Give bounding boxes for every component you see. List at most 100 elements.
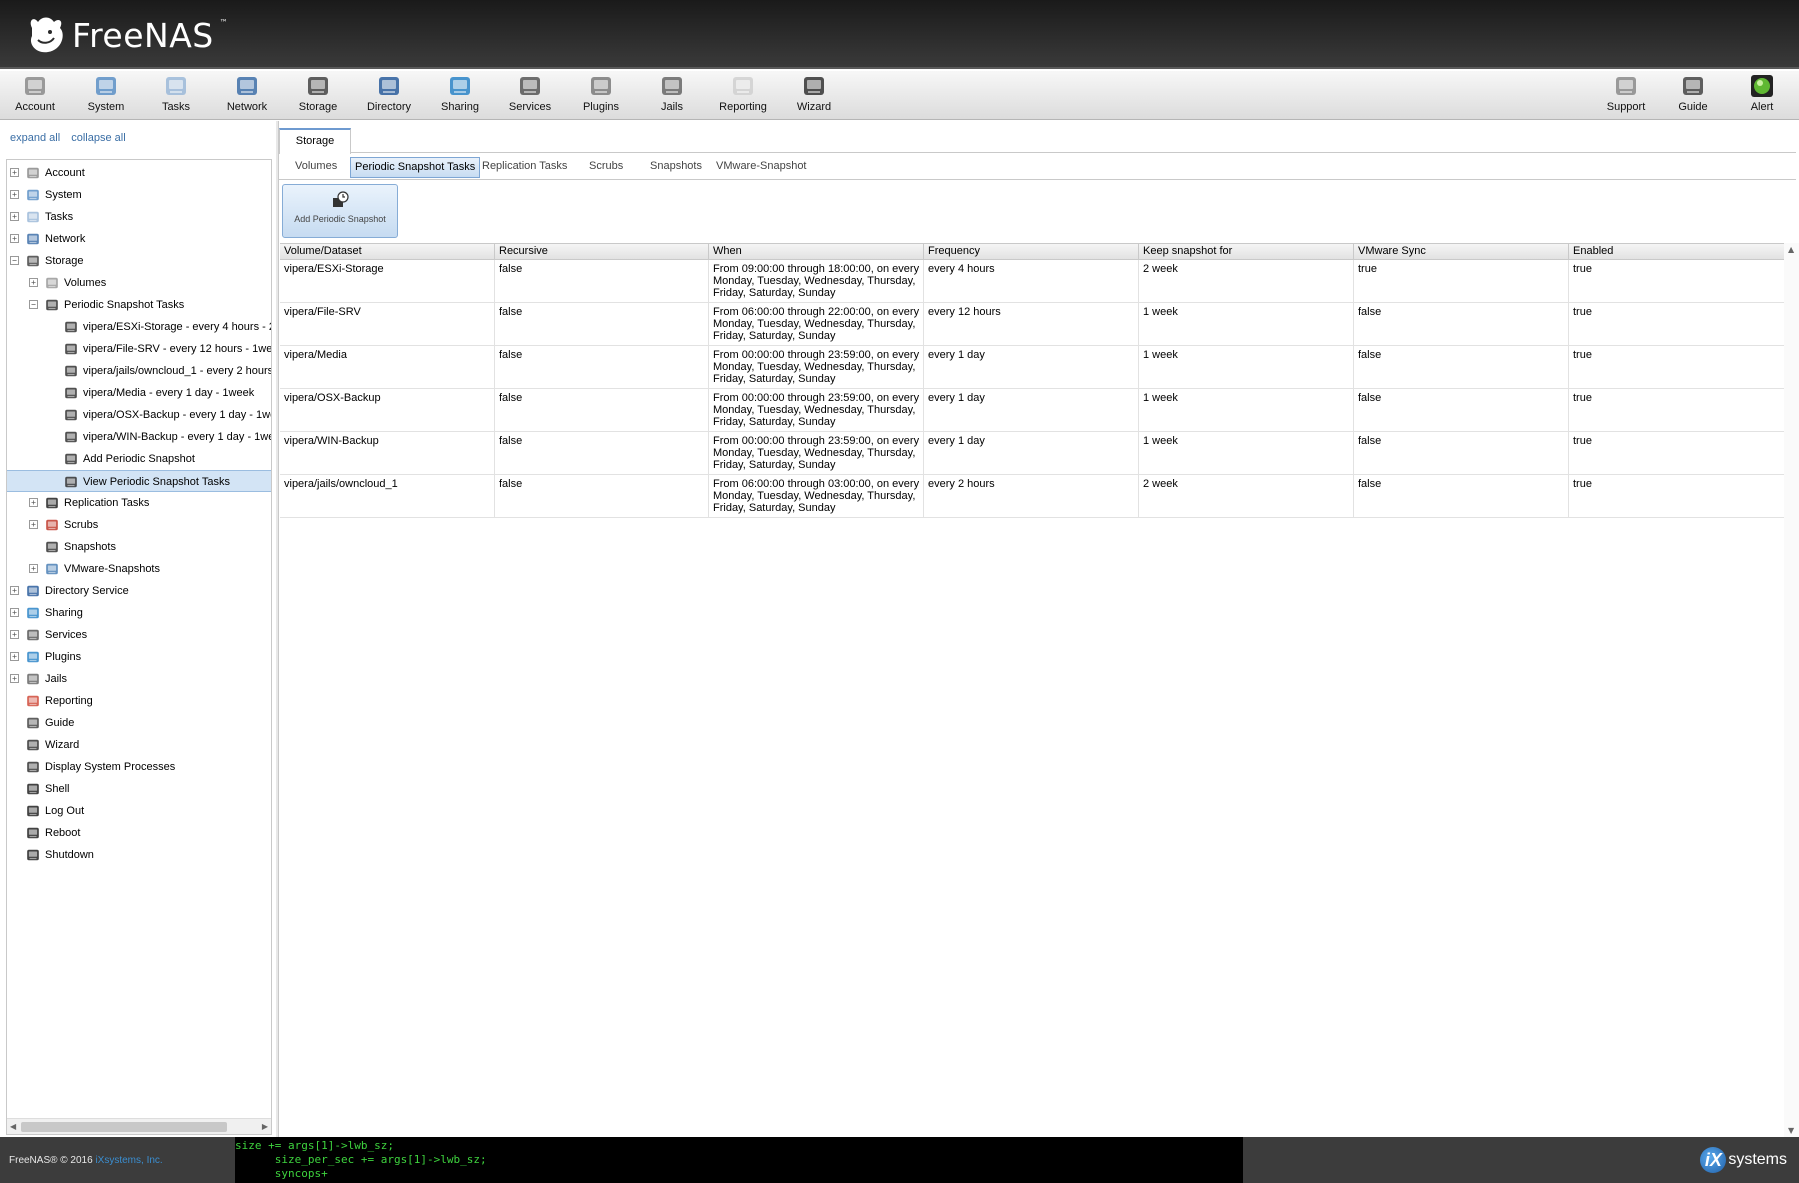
subtab-volumes[interactable]: Volumes (291, 157, 341, 178)
collapse-all-link[interactable]: collapse all (71, 132, 125, 144)
tree-item-reboot[interactable]: Reboot (7, 822, 271, 844)
tree-item-vipera-media-every-1-day-1week[interactable]: vipera/Media - every 1 day - 1week (7, 382, 271, 404)
collapse-toggle-icon[interactable]: − (10, 256, 19, 265)
tree-item-system[interactable]: + System (7, 184, 271, 206)
expand-toggle-icon[interactable]: + (10, 652, 19, 661)
toolbar-tasks-button[interactable]: Tasks (142, 74, 210, 118)
scroll-left-icon[interactable]: ◀ (10, 1122, 16, 1131)
tree-item-vipera-esxi-storage-every-4-hours-2week[interactable]: vipera/ESXi-Storage - every 4 hours - 2w… (7, 316, 271, 338)
table-row[interactable]: vipera/File-SRV false From 06:00:00 throug… (280, 303, 1785, 346)
expand-toggle-icon[interactable]: + (10, 608, 19, 617)
toolbar-guide-button[interactable]: Guide (1659, 74, 1727, 118)
expand-toggle-icon[interactable]: + (29, 520, 38, 529)
table-row[interactable]: vipera/jails/owncloud_1 false From 06:00:0… (280, 475, 1785, 518)
tree-item-vipera-file-srv-every-12-hours-1week[interactable]: vipera/File-SRV - every 12 hours - 1week (7, 338, 271, 360)
tree-item-periodic-snapshot-tasks[interactable]: − Periodic Snapshot Tasks (7, 294, 271, 316)
column-header-vmware-sync[interactable]: VMware Sync (1354, 244, 1569, 259)
expand-toggle-icon[interactable]: + (29, 498, 38, 507)
subtab-replication-tasks[interactable]: Replication Tasks (478, 157, 571, 178)
tree-item-label: vipera/Media - every 1 day - 1week (83, 387, 255, 399)
tree-item-plugins[interactable]: + Plugins (7, 646, 271, 668)
toolbar-plugins-button[interactable]: Plugins (567, 74, 635, 118)
toolbar-sharing-button[interactable]: Sharing (426, 74, 494, 118)
scroll-right-icon[interactable]: ▶ (262, 1122, 268, 1131)
snapshot-icon (64, 320, 78, 334)
console-output: size += args[1]->lwb_sz; size_per_sec +=… (235, 1137, 1243, 1183)
toolbar-network-button[interactable]: Network (213, 74, 281, 118)
tree-item-add-periodic-snapshot[interactable]: Add Periodic Snapshot (7, 448, 271, 470)
tree-item-guide[interactable]: Guide (7, 712, 271, 734)
subtab-periodic-snapshot-tasks[interactable]: Periodic Snapshot Tasks (350, 157, 481, 178)
expand-toggle-icon[interactable]: + (10, 212, 19, 221)
column-header-recursive[interactable]: Recursive (495, 244, 709, 259)
expand-toggle-icon[interactable]: + (29, 278, 38, 287)
tree-item-vmware-snapshots[interactable]: + VMware-Snapshots (7, 558, 271, 580)
tree-item-label: Reporting (45, 695, 93, 707)
toolbar-storage-button[interactable]: Storage (284, 74, 352, 118)
tree-item-shutdown[interactable]: Shutdown (7, 844, 271, 866)
tree-item-services[interactable]: + Services (7, 624, 271, 646)
column-header-when[interactable]: When (709, 244, 924, 259)
expand-toggle-icon[interactable]: + (10, 586, 19, 595)
tree-item-wizard[interactable]: Wizard (7, 734, 271, 756)
scroll-down-icon[interactable]: ▼ (1788, 1126, 1794, 1135)
expand-toggle-icon[interactable]: + (10, 190, 19, 199)
table-row[interactable]: vipera/OSX-Backup false From 00:00:00 thro… (280, 389, 1785, 432)
tree-item-log-out[interactable]: Log Out (7, 800, 271, 822)
tree-item-tasks[interactable]: + Tasks (7, 206, 271, 228)
expand-all-link[interactable]: expand all (10, 132, 60, 144)
scroll-up-icon[interactable]: ▲ (1788, 245, 1794, 254)
expand-toggle-icon[interactable]: + (10, 168, 19, 177)
tree-item-vipera-win-backup-every-1-day-1week[interactable]: vipera/WIN-Backup - every 1 day - 1week (7, 426, 271, 448)
scrollbar-thumb[interactable] (21, 1122, 227, 1132)
system-icon (26, 188, 40, 202)
collapse-toggle-icon[interactable]: − (29, 300, 38, 309)
tree-item-directory-service[interactable]: + Directory Service (7, 580, 271, 602)
tree-item-sharing[interactable]: + Sharing (7, 602, 271, 624)
expand-toggle-icon[interactable]: + (29, 564, 38, 573)
tab-storage[interactable]: Storage (279, 128, 351, 154)
toolbar-support-button[interactable]: Support (1592, 74, 1660, 118)
tree-item-shell[interactable]: Shell (7, 778, 271, 800)
toolbar-reporting-button[interactable]: Reporting (709, 74, 777, 118)
tree-item-account[interactable]: + Account (7, 162, 271, 184)
tree-item-scrubs[interactable]: + Scrubs (7, 514, 271, 536)
table-vertical-scrollbar[interactable]: ▲ ▼ (1784, 243, 1799, 1137)
ixsystems-link[interactable]: iXsystems, Inc. (95, 1155, 162, 1166)
toolbar-account-button[interactable]: Account (1, 74, 69, 118)
tree-item-volumes[interactable]: + Volumes (7, 272, 271, 294)
tree-horizontal-scrollbar[interactable]: ◀ ▶ (7, 1118, 271, 1134)
cell-enabled: true (1569, 260, 1785, 302)
toolbar-wizard-button[interactable]: Wizard (780, 74, 848, 118)
tree-item-label: Periodic Snapshot Tasks (64, 299, 185, 311)
toolbar-services-button[interactable]: Services (496, 74, 564, 118)
column-header-enabled[interactable]: Enabled (1569, 244, 1785, 259)
expand-toggle-icon[interactable]: + (10, 234, 19, 243)
tree-item-reporting[interactable]: Reporting (7, 690, 271, 712)
tree-item-jails[interactable]: + Jails (7, 668, 271, 690)
tree-item-storage[interactable]: − Storage (7, 250, 271, 272)
column-header-volume-dataset[interactable]: Volume/Dataset (280, 244, 495, 259)
subtab-vmware-snapshot[interactable]: VMware-Snapshot (712, 157, 811, 178)
tree-item-vipera-osx-backup-every-1-day-1week[interactable]: vipera/OSX-Backup - every 1 day - 1week (7, 404, 271, 426)
table-row[interactable]: vipera/ESXi-Storage false From 09:00:00 th… (280, 260, 1785, 303)
toolbar-system-button[interactable]: System (72, 74, 140, 118)
expand-toggle-icon[interactable]: + (10, 630, 19, 639)
tree-item-vipera-jails-owncloud-1-every-2-hours-2week[interactable]: vipera/jails/owncloud_1 - every 2 hours … (7, 360, 271, 382)
tree-item-network[interactable]: + Network (7, 228, 271, 250)
table-row[interactable]: vipera/WIN-Backup false From 00:00:00 thro… (280, 432, 1785, 475)
add-periodic-snapshot-button[interactable]: Add Periodic Snapshot (282, 184, 398, 238)
tree-item-view-periodic-snapshot-tasks[interactable]: View Periodic Snapshot Tasks (7, 470, 271, 492)
table-row[interactable]: vipera/Media false From 00:00:00 through 2… (280, 346, 1785, 389)
expand-toggle-icon[interactable]: + (10, 674, 19, 683)
subtab-scrubs[interactable]: Scrubs (585, 157, 627, 178)
toolbar-jails-button[interactable]: Jails (638, 74, 706, 118)
toolbar-alert-button[interactable]: Alert (1728, 74, 1796, 118)
column-header-keep-snapshot-for[interactable]: Keep snapshot for (1139, 244, 1354, 259)
tree-item-replication-tasks[interactable]: + Replication Tasks (7, 492, 271, 514)
toolbar-directory-button[interactable]: Directory (355, 74, 423, 118)
column-header-frequency[interactable]: Frequency (924, 244, 1139, 259)
tree-item-display-system-processes[interactable]: Display System Processes (7, 756, 271, 778)
tree-item-snapshots[interactable]: Snapshots (7, 536, 271, 558)
subtab-snapshots[interactable]: Snapshots (646, 157, 706, 178)
